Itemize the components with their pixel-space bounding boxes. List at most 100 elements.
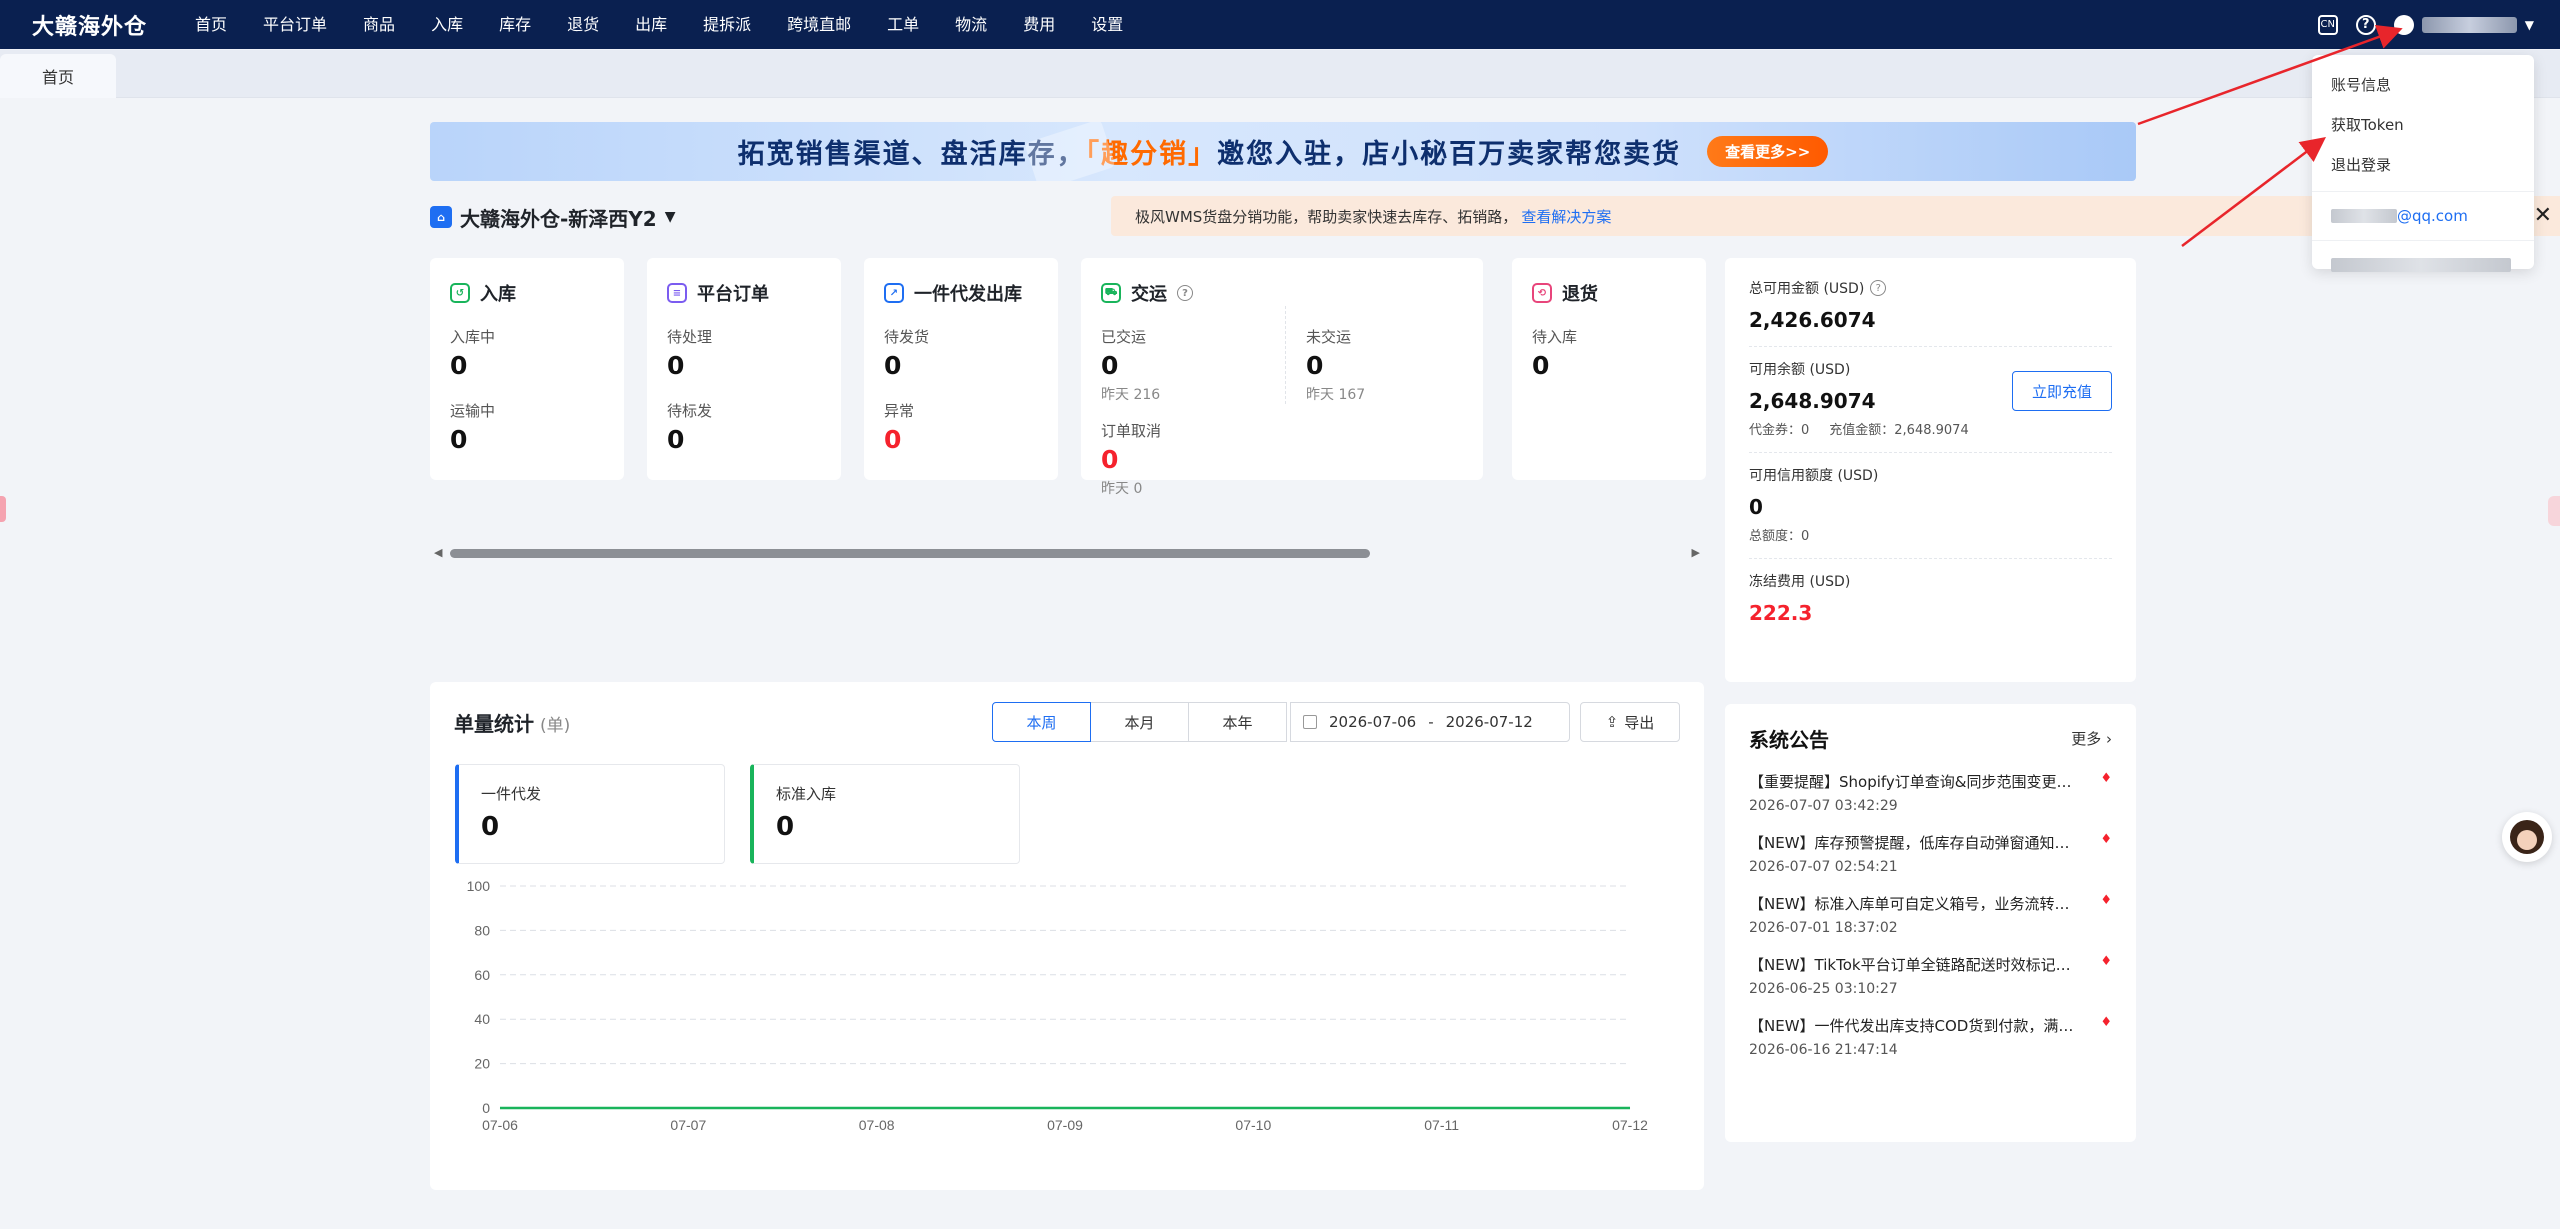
card-dropship[interactable]: ↗ 一件代发出库 待发货 0 异常 0 [864,258,1058,480]
card-label: 待处理 [667,328,713,346]
x-tick-label: 07-06 [482,1117,518,1133]
period-switch: 本周 本月 本年 [992,702,1287,742]
user-menu-trigger[interactable]: ▼ [2393,14,2534,35]
period-month-button[interactable]: 本月 [1090,702,1189,742]
help-icon[interactable]: ? [2355,14,2376,35]
customer-service-avatar[interactable] [2502,812,2552,862]
card-handover[interactable]: ⛟ 交运? 已交运 0 昨天 216 未交运 0 昨天 167 订单取消 0 昨天… [1081,258,1483,497]
card-inbound[interactable]: ↺ 入库 入库中 0 运输中 0 [430,258,624,480]
nav-returns[interactable]: 退货 [549,0,617,49]
banner-more-button[interactable]: 查看更多>> [1707,136,1829,167]
nav-platform-orders[interactable]: 平台订单 [245,0,345,49]
account-id-redacted [2331,258,2511,272]
nav-pick-split[interactable]: 提拆派 [685,0,769,49]
upload-icon: ⇪ [1605,713,1619,731]
side-widget-right[interactable] [2548,496,2560,526]
close-icon[interactable]: ✕ [2534,203,2552,228]
username-redacted [2421,16,2517,33]
card-value[interactable]: 0 [884,425,1038,454]
y-tick-label: 0 [482,1100,490,1116]
date-to[interactable]: 2026-07-12 [1446,713,1533,731]
nav-home[interactable]: 首页 [177,0,245,49]
top-nav-bar: 大赣海外仓 首页 平台订单 商品 入库 库存 退货 出库 提拆派 跨境直邮 工单… [0,0,2560,49]
card-value[interactable]: 0 [1101,445,1463,474]
announcement-item[interactable]: 【NEW】库存预警提醒，低库存自动弹窗通知… ♦ 2026-07-07 02:54… [1749,832,2112,875]
scroll-left-icon[interactable]: ◀ [434,546,442,559]
announcement-more-link[interactable]: 更多 › [2071,728,2112,749]
promo-banner[interactable]: 拓宽销售渠道、盘活库存，「趣分销」邀您入驻，店小秘百万卖家帮您卖货 查看更多>> [430,122,2136,181]
card-value[interactable]: 0 [884,351,1038,380]
recharge-button[interactable]: 立即充值 [2012,371,2112,411]
stats-cards: ↺ 入库 入库中 0 运输中 0 ≡ 平台订单 待处理 0 待标发 0 ↗ 一件代发出… [430,258,1706,497]
side-widget-left[interactable] [0,496,6,522]
menu-divider [2312,191,2534,192]
card-value[interactable]: 0 [1532,351,1686,380]
card-value[interactable]: 0 [450,425,604,454]
nav-products[interactable]: 商品 [345,0,413,49]
card-value[interactable]: 0 [1101,351,1285,380]
menu-divider [2312,240,2534,241]
nav-inbound[interactable]: 入库 [413,0,481,49]
order-line-chart: 0 20 40 60 80 100 07-06 07-07 07-08 07-09 07-10 07-… [467,878,1648,1133]
card-value[interactable]: 0 [667,425,821,454]
nav-outbound[interactable]: 出库 [617,0,685,49]
warehouse-row: ⌂ 大赣海外仓-新泽西Y2 ▼ 极风WMS货盘分销功能，帮助卖家快速去库存、拓销… [430,196,2560,238]
cards-scrollbar[interactable]: ◀ ▶ [430,545,1704,563]
announcement-item[interactable]: 【NEW】标准入库单可自定义箱号，业务流转… ♦ 2026-07-01 18:37… [1749,893,2112,936]
card-platform-orders[interactable]: ≡ 平台订单 待处理 0 待标发 0 [647,258,841,480]
period-year-button[interactable]: 本年 [1188,702,1287,742]
menu-account-id [2312,247,2534,283]
nav-cross-border[interactable]: 跨境直邮 [769,0,869,49]
period-week-button[interactable]: 本周 [992,702,1091,742]
kpi-label: 标准入库 [776,785,837,803]
announcement-item[interactable]: 【NEW】TikTok平台订单全链路配送时效标记… ♦ 2026-06-25 03… [1749,954,2112,997]
frozen-section: 冻结费用 (USD) 222.3 [1749,571,2112,639]
banner-decoration [1024,122,1116,181]
main-content: 拓宽销售渠道、盘活库存，「趣分销」邀您入驻，店小秘百万卖家帮您卖货 查看更多>>… [0,98,2560,1229]
card-returns[interactable]: ⟲ 退货 待入库 0 [1512,258,1706,480]
credit-value: 0 [1749,495,1763,519]
nav-logistics[interactable]: 物流 [937,0,1005,49]
hot-icon: ♦ [2100,1015,2112,1030]
card-title: 交运 [1131,284,1167,305]
warehouse-selector[interactable]: ⌂ 大赣海外仓-新泽西Y2 ▼ [430,203,680,232]
help-icon[interactable]: ? [1870,280,1887,296]
calendar-icon [1303,715,1317,729]
card-value[interactable]: 0 [1306,351,1365,380]
available-balance-section: 可用余额 (USD) 2,648.9074 代金券：0 充值金额：2,648.90… [1749,359,2112,453]
nav-fees[interactable]: 费用 [1005,0,1073,49]
scroll-right-icon[interactable]: ▶ [1692,546,1700,559]
kpi-standard-inbound[interactable]: 标准入库 0 [750,764,1020,864]
export-button[interactable]: ⇪ 导出 [1580,702,1680,742]
announcement-item[interactable]: 【NEW】一件代发出库支持COD货到付款，满… ♦ 2026-06-16 21:4… [1749,1015,2112,1058]
announcement-time: 2026-06-25 03:10:27 [1749,981,1898,997]
menu-logout[interactable]: 退出登录 [2312,145,2534,185]
brand-logo[interactable]: 大赣海外仓 [32,9,147,41]
card-label: 订单取消 [1101,422,1162,440]
kpi-dropship[interactable]: 一件代发 0 [455,764,725,864]
truck-icon: ⛟ [1101,283,1121,303]
notice-solution-link[interactable]: 查看解决方案 [1521,206,1611,227]
nav-inventory[interactable]: 库存 [481,0,549,49]
total-available-value: 2,426.6074 [1749,308,1876,332]
avatar [2393,14,2414,35]
menu-account-info[interactable]: 账号信息 [2312,65,2534,105]
announcement-item[interactable]: 【重要提醒】Shopify订单查询&同步范围变更… ♦ 2026-07-07 03… [1749,771,2112,814]
help-icon[interactable]: ? [1177,285,1193,301]
date-range-picker[interactable]: 2026-07-06 - 2026-07-12 [1290,702,1570,742]
voucher-amount: 代金券：0 [1749,423,1810,438]
nav-tickets[interactable]: 工单 [869,0,937,49]
tab-home[interactable]: 首页 [0,54,116,98]
menu-get-token[interactable]: 获取Token [2312,105,2534,145]
date-separator: - [1428,713,1434,731]
date-from[interactable]: 2026-07-06 [1329,713,1416,731]
card-label: 运输中 [450,402,496,420]
scrollbar-thumb[interactable] [450,549,1370,558]
kpi-label: 一件代发 [481,785,542,803]
page-tab-bar: 首页 [0,50,2560,98]
language-icon[interactable]: CN [2317,14,2338,35]
card-value[interactable]: 0 [450,351,604,380]
nav-settings[interactable]: 设置 [1073,0,1141,49]
card-value[interactable]: 0 [667,351,821,380]
top-right-tools: CN ? ▼ [2317,0,2534,49]
